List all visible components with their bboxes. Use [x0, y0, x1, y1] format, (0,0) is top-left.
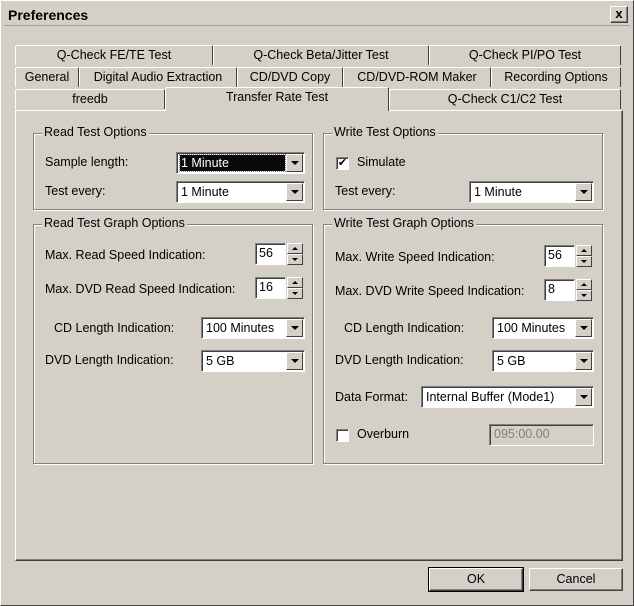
spinner-down-icon[interactable] — [576, 290, 592, 301]
ok-button-label: OK — [466, 572, 486, 586]
spinner-arrows[interactable] — [287, 243, 303, 265]
max-dvd-read-speed-label: Max. DVD Read Speed Indication: — [45, 282, 236, 296]
simulate-checkbox[interactable]: ✔ — [336, 157, 349, 170]
max-dvd-read-speed-value[interactable]: 16 — [255, 277, 286, 299]
overburn-time-field: 095:00.00 — [489, 424, 594, 446]
write-test-options-group: Write Test Options ✔ Simulate Test every… — [323, 125, 603, 210]
cancel-button-label: Cancel — [556, 572, 596, 586]
overburn-checkbox[interactable] — [336, 429, 349, 442]
tab-cd-dvd-copy[interactable]: CD/DVD Copy — [237, 67, 343, 87]
chevron-down-icon[interactable] — [286, 352, 303, 370]
chevron-down-icon[interactable] — [286, 154, 303, 172]
max-write-speed-value[interactable]: 56 — [544, 245, 575, 267]
tab-cd-dvd-rom-maker[interactable]: CD/DVD-ROM Maker — [343, 67, 491, 87]
max-dvd-read-speed-spinner[interactable]: 16 — [255, 277, 303, 299]
overburn-label: Overburn — [357, 427, 410, 441]
write-test-graph-options-title: Write Test Graph Options — [332, 216, 476, 230]
spinner-down-icon[interactable] — [287, 254, 303, 265]
write-cd-length-select[interactable]: 100 Minutes — [492, 317, 594, 339]
read-cd-length-label: CD Length Indication: — [54, 321, 175, 335]
read-test-graph-options-group: Read Test Graph Options Max. Read Speed … — [33, 216, 313, 464]
spinner-down-icon[interactable] — [287, 288, 303, 299]
cancel-button[interactable]: Cancel — [529, 568, 623, 591]
chevron-down-icon[interactable] — [286, 183, 303, 201]
max-read-speed-value[interactable]: 56 — [255, 243, 286, 265]
read-test-options-group: Read Test Options Sample length: 1 Minut… — [33, 125, 313, 210]
spinner-arrows[interactable] — [287, 277, 303, 299]
data-format-select[interactable]: Internal Buffer (Mode1) — [421, 386, 594, 408]
tab-qcheck-beta-jitter[interactable]: Q-Check Beta/Jitter Test — [213, 45, 429, 65]
sample-length-select[interactable]: 1 Minute — [176, 152, 305, 174]
read-dvd-length-select[interactable]: 5 GB — [201, 350, 305, 372]
max-dvd-write-speed-value[interactable]: 8 — [544, 279, 575, 301]
max-dvd-write-speed-label: Max. DVD Write Speed Indication: — [335, 284, 525, 298]
spinner-up-icon[interactable] — [576, 245, 592, 256]
read-test-every-select[interactable]: 1 Minute — [176, 181, 305, 203]
chevron-down-icon[interactable] — [286, 319, 303, 337]
max-write-speed-label: Max. Write Speed Indication: — [335, 250, 495, 264]
spinner-up-icon[interactable] — [287, 277, 303, 288]
spinner-up-icon[interactable] — [576, 279, 592, 290]
max-read-speed-spinner[interactable]: 56 — [255, 243, 303, 265]
write-cd-length-label: CD Length Indication: — [344, 321, 465, 335]
read-cd-length-value: 100 Minutes — [206, 321, 275, 335]
write-dvd-length-value: 5 GB — [497, 354, 526, 368]
tab-recording-options[interactable]: Recording Options — [491, 67, 621, 87]
data-format-label: Data Format: — [335, 390, 408, 404]
max-write-speed-spinner[interactable]: 56 — [544, 245, 592, 267]
tab-transfer-rate-test[interactable]: Transfer Rate Test — [165, 87, 389, 111]
spinner-down-icon[interactable] — [576, 256, 592, 267]
write-test-every-label: Test every: — [335, 184, 396, 198]
write-test-every-select[interactable]: 1 Minute — [469, 181, 594, 203]
tab-qcheck-pi-po[interactable]: Q-Check PI/PO Test — [429, 45, 621, 65]
write-cd-length-value: 100 Minutes — [497, 321, 566, 335]
ok-button[interactable]: OK — [428, 567, 524, 592]
chevron-down-icon[interactable] — [575, 183, 592, 201]
read-test-every-value: 1 Minute — [181, 185, 229, 199]
read-dvd-length-label: DVD Length Indication: — [45, 353, 174, 367]
close-button[interactable]: x — [610, 6, 628, 23]
write-test-options-title: Write Test Options — [332, 125, 438, 139]
write-test-every-value: 1 Minute — [474, 185, 522, 199]
spinner-arrows[interactable] — [576, 279, 592, 301]
chevron-down-icon[interactable] — [575, 352, 592, 370]
tab-general[interactable]: General — [15, 67, 79, 87]
transfer-rate-test-panel: Read Test Options Sample length: 1 Minut… — [15, 110, 623, 561]
sample-length-value: 1 Minute — [179, 154, 286, 172]
write-dvd-length-select[interactable]: 5 GB — [492, 350, 594, 372]
chevron-down-icon[interactable] — [575, 388, 592, 406]
read-test-every-label: Test every: — [45, 184, 106, 198]
read-test-graph-options-title: Read Test Graph Options — [42, 216, 187, 230]
write-dvd-length-label: DVD Length Indication: — [335, 353, 464, 367]
tab-digital-audio-extraction[interactable]: Digital Audio Extraction — [79, 67, 237, 87]
data-format-value: Internal Buffer (Mode1) — [426, 390, 555, 404]
simulate-label: Simulate — [357, 155, 406, 169]
chevron-down-icon[interactable] — [575, 319, 592, 337]
write-test-graph-options-group: Write Test Graph Options Max. Write Spee… — [323, 216, 603, 464]
tab-qcheck-c1-c2[interactable]: Q-Check C1/C2 Test — [389, 89, 621, 109]
max-read-speed-label: Max. Read Speed Indication: — [45, 248, 206, 262]
title-bar[interactable]: Preferences x — [4, 4, 630, 26]
sample-length-label: Sample length: — [45, 155, 129, 169]
read-test-options-title: Read Test Options — [42, 125, 149, 139]
window-title: Preferences — [8, 7, 89, 23]
tab-freedb[interactable]: freedb — [15, 89, 165, 109]
tab-qcheck-fe-te[interactable]: Q-Check FE/TE Test — [15, 45, 213, 65]
preferences-window: Preferences x Q-Check FE/TE Test Q-Check… — [0, 0, 634, 606]
read-cd-length-select[interactable]: 100 Minutes — [201, 317, 305, 339]
spinner-arrows[interactable] — [576, 245, 592, 267]
read-dvd-length-value: 5 GB — [206, 354, 235, 368]
spinner-up-icon[interactable] — [287, 243, 303, 254]
max-dvd-write-speed-spinner[interactable]: 8 — [544, 279, 592, 301]
